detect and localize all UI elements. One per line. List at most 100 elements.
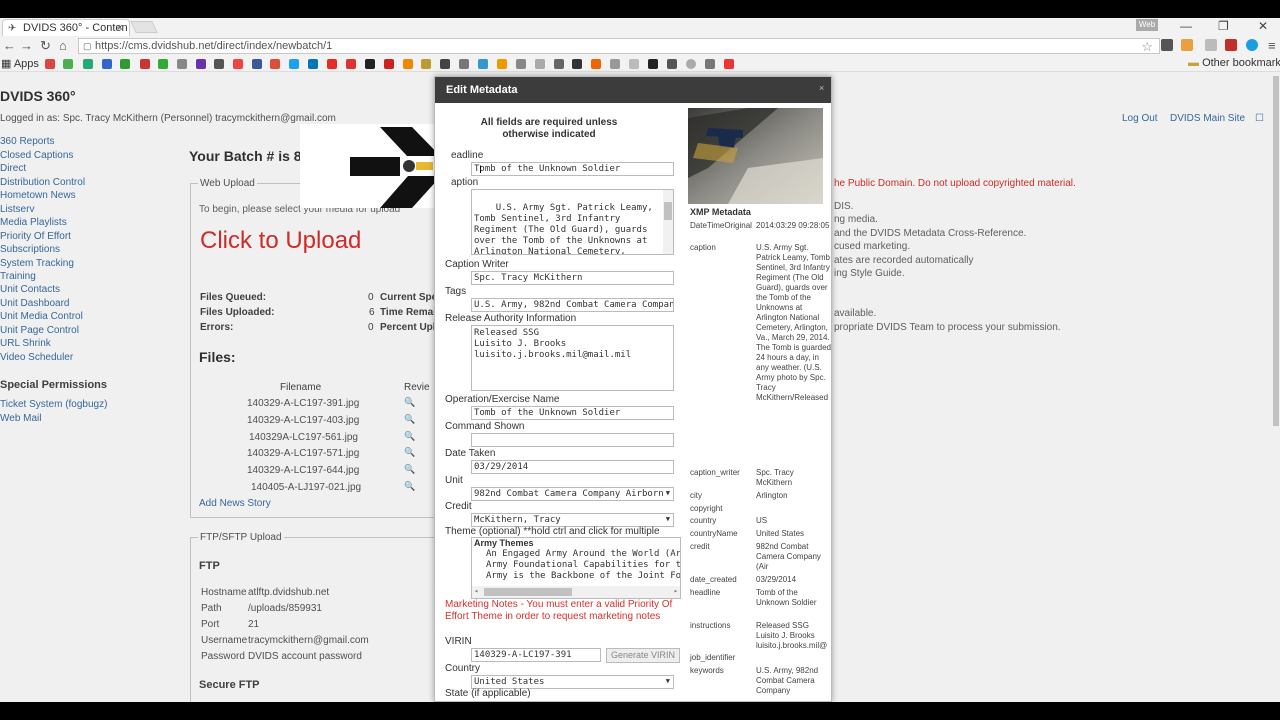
- maximize-icon[interactable]: ❐: [1218, 19, 1229, 33]
- bookmark-star-icon[interactable]: ☆: [1141, 39, 1153, 55]
- bookmark-icon[interactable]: [214, 59, 224, 69]
- xmp-value: U.S. Army, 982nd Combat Camera Company: [756, 666, 819, 695]
- bookmark-icon[interactable]: [440, 59, 450, 69]
- profile-badge[interactable]: Web: [1136, 19, 1158, 31]
- dropdown-arrow-icon: ▼: [665, 677, 670, 685]
- tab-strip: ✈ DVIDS 360° - Conten ×: [0, 18, 1280, 36]
- caption-textarea[interactable]: U.S. Army Sgt. Patrick Leamy, Tomb Senti…: [471, 189, 674, 255]
- gmail-bookmark-icon[interactable]: [45, 59, 55, 69]
- theme-option[interactable]: An Engaged Army Around the World (Army: [472, 549, 680, 560]
- bookmark-icon[interactable]: [102, 59, 112, 69]
- page-icon: ▢: [83, 41, 92, 51]
- theme-option[interactable]: Army Foundational Capabilities for the J…: [472, 560, 680, 571]
- other-bookmarks[interactable]: ▬ Other bookmarks: [1188, 57, 1280, 69]
- xmp-key: countryName: [690, 529, 738, 538]
- theme-multiselect[interactable]: Army Themes An Engaged Army Around the W…: [471, 537, 681, 599]
- browser-tab[interactable]: ✈ DVIDS 360° - Conten ×: [2, 19, 130, 36]
- unit-select[interactable]: 982nd Combat Camera Company Airborn ▼: [471, 487, 674, 501]
- bookmark-icon[interactable]: [535, 59, 545, 69]
- virin-input[interactable]: 140329-A-LC197-391: [471, 648, 601, 662]
- bookmark-icon[interactable]: [686, 59, 696, 69]
- youtube-bookmark-icon[interactable]: [327, 59, 337, 69]
- twitter-bookmark-icon[interactable]: [289, 59, 299, 69]
- tab-close-icon[interactable]: ×: [117, 22, 123, 34]
- back-icon[interactable]: ←: [3, 38, 16, 53]
- bookmark-icon[interactable]: [196, 59, 206, 69]
- googleplus-bookmark-icon[interactable]: [270, 59, 280, 69]
- pocket-extension-icon[interactable]: [1161, 39, 1173, 51]
- extension-icon[interactable]: [1205, 39, 1217, 51]
- bookmark-icon[interactable]: [497, 59, 507, 69]
- bookmark-icon[interactable]: [120, 59, 130, 69]
- bookmark-icon[interactable]: [140, 59, 150, 69]
- bookmark-icon[interactable]: [705, 59, 715, 69]
- theme-horizontal-scrollbar[interactable]: ◂ ▸: [472, 586, 680, 598]
- xmp-key: country: [690, 516, 717, 525]
- xmp-key: headline: [690, 588, 721, 597]
- theme-option[interactable]: Army is the Backbone of the Joint Force …: [472, 571, 680, 582]
- apps-bookmark[interactable]: ▦ Apps: [1, 57, 39, 70]
- extension-icon[interactable]: [1181, 39, 1193, 51]
- bookmark-icon[interactable]: [63, 59, 73, 69]
- release-authority-textarea[interactable]: Released SSG Luisito J. Brooks luisito.j…: [471, 325, 674, 391]
- bookmark-icon[interactable]: [403, 59, 413, 69]
- menu-icon[interactable]: ≡: [1268, 38, 1276, 53]
- bookmark-icon[interactable]: [233, 59, 243, 69]
- amazon-bookmark-icon[interactable]: [365, 59, 375, 69]
- date-taken-input[interactable]: 03/29/2014: [471, 460, 674, 474]
- linkedin-bookmark-icon[interactable]: [308, 59, 318, 69]
- marketing-notes-warning: Marketing Notes - You must enter a valid…: [445, 599, 673, 622]
- credit-select[interactable]: McKithern, Tracy ▼: [471, 513, 674, 527]
- minimize-icon[interactable]: —: [1180, 19, 1192, 33]
- bookmark-icon[interactable]: [421, 59, 431, 69]
- generate-virin-button[interactable]: Generate VIRIN: [606, 648, 680, 663]
- caption-scrollbar[interactable]: [663, 190, 673, 254]
- scroll-right-icon[interactable]: ▸: [674, 586, 678, 597]
- page-scroll-thumb[interactable]: [1273, 76, 1279, 426]
- scroll-thumb[interactable]: [484, 588, 572, 596]
- xmp-value: Released SSG Luisito J. Brooks luisito.j…: [756, 621, 828, 650]
- facebook-bookmark-icon[interactable]: [252, 59, 262, 69]
- window-close-icon[interactable]: ✕: [1258, 19, 1268, 33]
- bookmark-icon[interactable]: [591, 59, 601, 69]
- bookmark-icon[interactable]: [724, 59, 734, 69]
- headline-input[interactable]: Tomb of the Unknown Soldier: [471, 162, 674, 176]
- bookmark-icon[interactable]: [572, 59, 582, 69]
- bookmark-icon[interactable]: [516, 59, 526, 69]
- theme-label: Theme (optional) **hold ctrl and click f…: [445, 526, 660, 537]
- scroll-left-icon[interactable]: ◂: [474, 586, 478, 597]
- country-label: Country: [445, 663, 481, 674]
- bookmark-icon[interactable]: [667, 59, 677, 69]
- home-icon[interactable]: ⌂: [59, 38, 67, 53]
- new-tab-button[interactable]: [130, 21, 158, 33]
- reload-icon[interactable]: ↻: [40, 38, 51, 54]
- scroll-thumb[interactable]: [664, 202, 672, 220]
- operation-input[interactable]: Tomb of the Unknown Soldier: [471, 406, 674, 420]
- tags-input[interactable]: U.S. Army, 982nd Combat Camera Company: [471, 298, 674, 312]
- modal-close-icon[interactable]: ×: [819, 83, 829, 93]
- caption-writer-input[interactable]: Spc. Tracy McKithern: [471, 271, 674, 285]
- bookmark-icon[interactable]: [478, 59, 488, 69]
- tags-label: Tags: [445, 286, 467, 297]
- photo-image: [688, 108, 823, 204]
- bookmark-icon[interactable]: [158, 59, 168, 69]
- forward-icon[interactable]: →: [20, 38, 33, 53]
- country-select[interactable]: United States ▼: [471, 675, 674, 689]
- date-taken-label: Date Taken: [445, 448, 496, 459]
- modal-header: Edit Metadata: [435, 77, 831, 103]
- dropdown-arrow-icon: ▼: [665, 515, 670, 523]
- address-bar[interactable]: ▢ https://cms.dvidshub.net/direct/index/…: [78, 38, 1160, 54]
- bookmark-icon[interactable]: [459, 59, 469, 69]
- bookmark-icon[interactable]: [629, 59, 639, 69]
- bookmark-icon[interactable]: [554, 59, 564, 69]
- command-shown-input[interactable]: [471, 433, 674, 447]
- bookmark-icon[interactable]: [384, 59, 394, 69]
- bookmark-icon[interactable]: [648, 59, 658, 69]
- tab-title: DVIDS 360° - Conten: [23, 22, 128, 34]
- skype-extension-icon[interactable]: [1246, 39, 1258, 51]
- bookmark-icon[interactable]: [610, 59, 620, 69]
- bookmark-icon[interactable]: [83, 59, 93, 69]
- bookmark-icon[interactable]: [346, 59, 356, 69]
- pdf-extension-icon[interactable]: [1225, 39, 1237, 51]
- wiki-bookmark-icon[interactable]: [177, 59, 187, 69]
